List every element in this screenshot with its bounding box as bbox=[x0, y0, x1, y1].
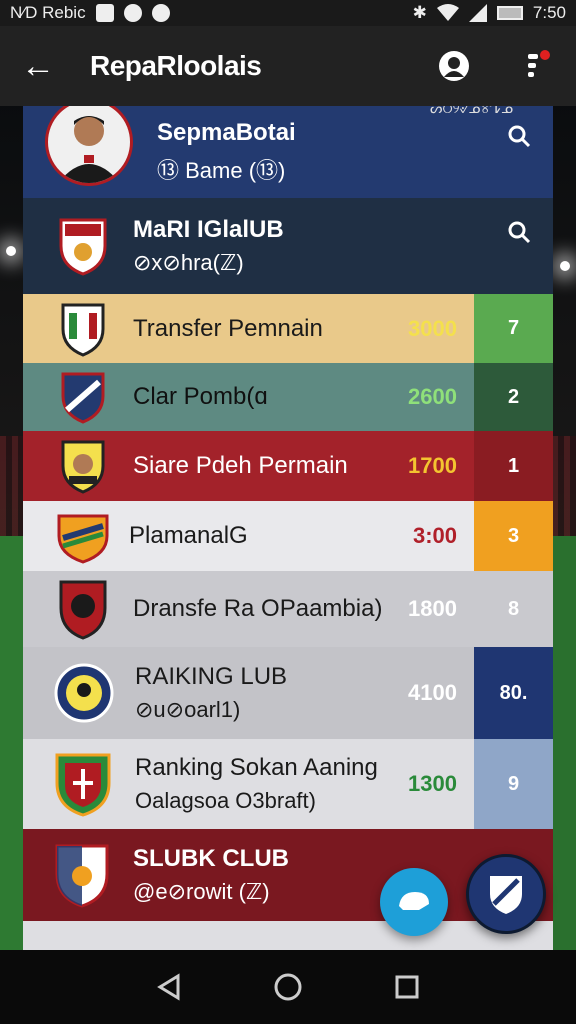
profile-card[interactable]: ᔕ୦୨୰ᓄ୪ᖊᓄ SepmaBotai ⑬ Bame (⑬) bbox=[23, 106, 553, 198]
club-crest-icon bbox=[53, 506, 113, 566]
row-label: Transfer Pemnain bbox=[133, 314, 323, 342]
gallery-icon bbox=[95, 4, 114, 22]
row-value: 3000 bbox=[408, 315, 457, 341]
row-label: Ranking Sokan Aaning bbox=[135, 754, 378, 781]
user-circle-icon[interactable] bbox=[432, 44, 476, 88]
rank-badge: 7 bbox=[474, 294, 553, 363]
rank-badge: 3 bbox=[474, 501, 553, 571]
arrow-left-icon[interactable]: ← bbox=[20, 47, 56, 86]
table-row[interactable]: RAIKING LUB ⊘u⊘oarl1) 4100 80. bbox=[23, 647, 553, 739]
rank-badge: 9 bbox=[474, 739, 553, 829]
row-value: 1300 bbox=[408, 771, 457, 796]
row-value: 1700 bbox=[408, 453, 457, 478]
club-crest-icon bbox=[57, 436, 109, 496]
search-icon[interactable] bbox=[507, 124, 531, 148]
row-value: 3:00 bbox=[412, 523, 457, 548]
status-right: ✱ 7:50 bbox=[413, 3, 566, 23]
app-bar: ← RepaRloolais bbox=[0, 26, 576, 106]
system-nav-bar bbox=[0, 950, 576, 1024]
shield-fab[interactable] bbox=[466, 854, 546, 934]
signal-icon bbox=[468, 4, 487, 22]
profile-header-partial: ᔕ୦୨୰ᓄ୪ᖊᓄ bbox=[430, 106, 513, 116]
table-row[interactable]: Transfer Pemnain 3000 7 bbox=[23, 294, 553, 363]
row-label: Clar Pomb(ɑ bbox=[133, 383, 268, 410]
shield-icon bbox=[490, 876, 522, 914]
club-crest-icon bbox=[57, 367, 109, 427]
row-value: 4100 bbox=[408, 680, 457, 705]
row-label: RAIKING LUB bbox=[135, 663, 288, 690]
notification-icon bbox=[123, 4, 142, 22]
club-crest-icon bbox=[53, 662, 115, 724]
table-row[interactable]: PlamanalG 3:00 3 bbox=[23, 501, 553, 571]
profile-text: SepmaBotai ⑬ Bame (⑬) bbox=[157, 119, 296, 185]
club-crest-icon bbox=[57, 299, 109, 359]
table-row[interactable]: Dransfe Ra OPaambia) 1800 8 bbox=[23, 571, 553, 647]
chat-fab[interactable] bbox=[380, 868, 448, 936]
row-subtitle: ⊘u⊘oarl1) bbox=[135, 697, 241, 722]
floodlight bbox=[560, 261, 570, 271]
chat-icon bbox=[399, 892, 429, 910]
row-value: 1800 bbox=[408, 596, 457, 621]
circle-home-icon[interactable] bbox=[273, 972, 303, 1002]
rank-badge: 80. bbox=[474, 647, 553, 739]
battery-icon bbox=[496, 6, 523, 20]
row-subtitle: @e⊘rowit (ℤ) bbox=[133, 879, 270, 904]
row-value: 2600 bbox=[408, 384, 457, 409]
row-label: PlamanalG bbox=[129, 522, 248, 549]
row-label: Siare Pdeh Permain bbox=[133, 452, 348, 479]
table-row[interactable]: Clar Pomb(ɑ 2600 2 bbox=[23, 363, 553, 431]
triangle-back-icon[interactable] bbox=[156, 973, 182, 1001]
wifi-icon bbox=[436, 4, 459, 21]
club-text: MaRI IGlalUB ⊘x⊘hra(ℤ) bbox=[133, 216, 284, 276]
status-left: N⁄D Rebic bbox=[10, 3, 170, 23]
status-time: 7:50 bbox=[532, 3, 566, 22]
row-label: SLUBK CLUB bbox=[133, 845, 289, 872]
page-title: RepaRloolais bbox=[90, 50, 262, 81]
rank-badge: 2 bbox=[474, 363, 553, 431]
app-icon bbox=[151, 4, 170, 22]
club-name: MaRI IGlalUB bbox=[133, 216, 284, 243]
bluetooth-icon: ✱ bbox=[412, 3, 427, 22]
ranking-list: ᔕ୦୨୰ᓄ୪ᖊᓄ SepmaBotai ⑬ Bame (⑬) MaRI IGla… bbox=[23, 106, 553, 950]
club-crest-icon bbox=[53, 842, 111, 908]
table-row[interactable] bbox=[23, 921, 553, 950]
row-text: Ranking Sokan Aaning Oalagsoa O3braft) bbox=[135, 754, 378, 814]
row-text: RAIKING LUB ⊘u⊘oarl1) bbox=[135, 663, 287, 723]
status-bar: N⁄D Rebic ✱ 7:50 bbox=[0, 0, 576, 26]
club-subtitle: ⊘x⊘hra(ℤ) bbox=[133, 250, 244, 275]
rank-badge: 1 bbox=[474, 431, 553, 501]
profile-name: SepmaBotai bbox=[157, 119, 296, 146]
overflow-menu-icon[interactable] bbox=[512, 44, 556, 88]
profile-subtitle: ⑬ Bame (⑬) bbox=[157, 158, 286, 183]
square-recents-icon[interactable] bbox=[394, 974, 420, 1000]
rank-badge: 8 bbox=[474, 571, 553, 647]
status-carrier: N⁄D Rebic bbox=[10, 3, 86, 22]
club-crest-icon bbox=[57, 216, 109, 276]
avatar bbox=[45, 106, 133, 186]
club-crest-icon bbox=[53, 751, 113, 817]
list-item[interactable]: MaRI IGlalUB ⊘x⊘hra(ℤ) bbox=[23, 198, 553, 294]
floodlight bbox=[6, 246, 16, 256]
row-text: SLUBK CLUB @e⊘rowit (ℤ) bbox=[133, 845, 289, 905]
table-row[interactable]: Ranking Sokan Aaning Oalagsoa O3braft) 1… bbox=[23, 739, 553, 829]
club-crest-icon bbox=[57, 579, 109, 640]
search-icon[interactable] bbox=[507, 220, 531, 244]
row-label: Dransfe Ra OPaambia) bbox=[133, 595, 383, 622]
notification-dot bbox=[540, 50, 550, 60]
row-subtitle: Oalagsoa O3braft) bbox=[135, 788, 316, 813]
table-row[interactable]: Siare Pdeh Permain 1700 1 bbox=[23, 431, 553, 501]
